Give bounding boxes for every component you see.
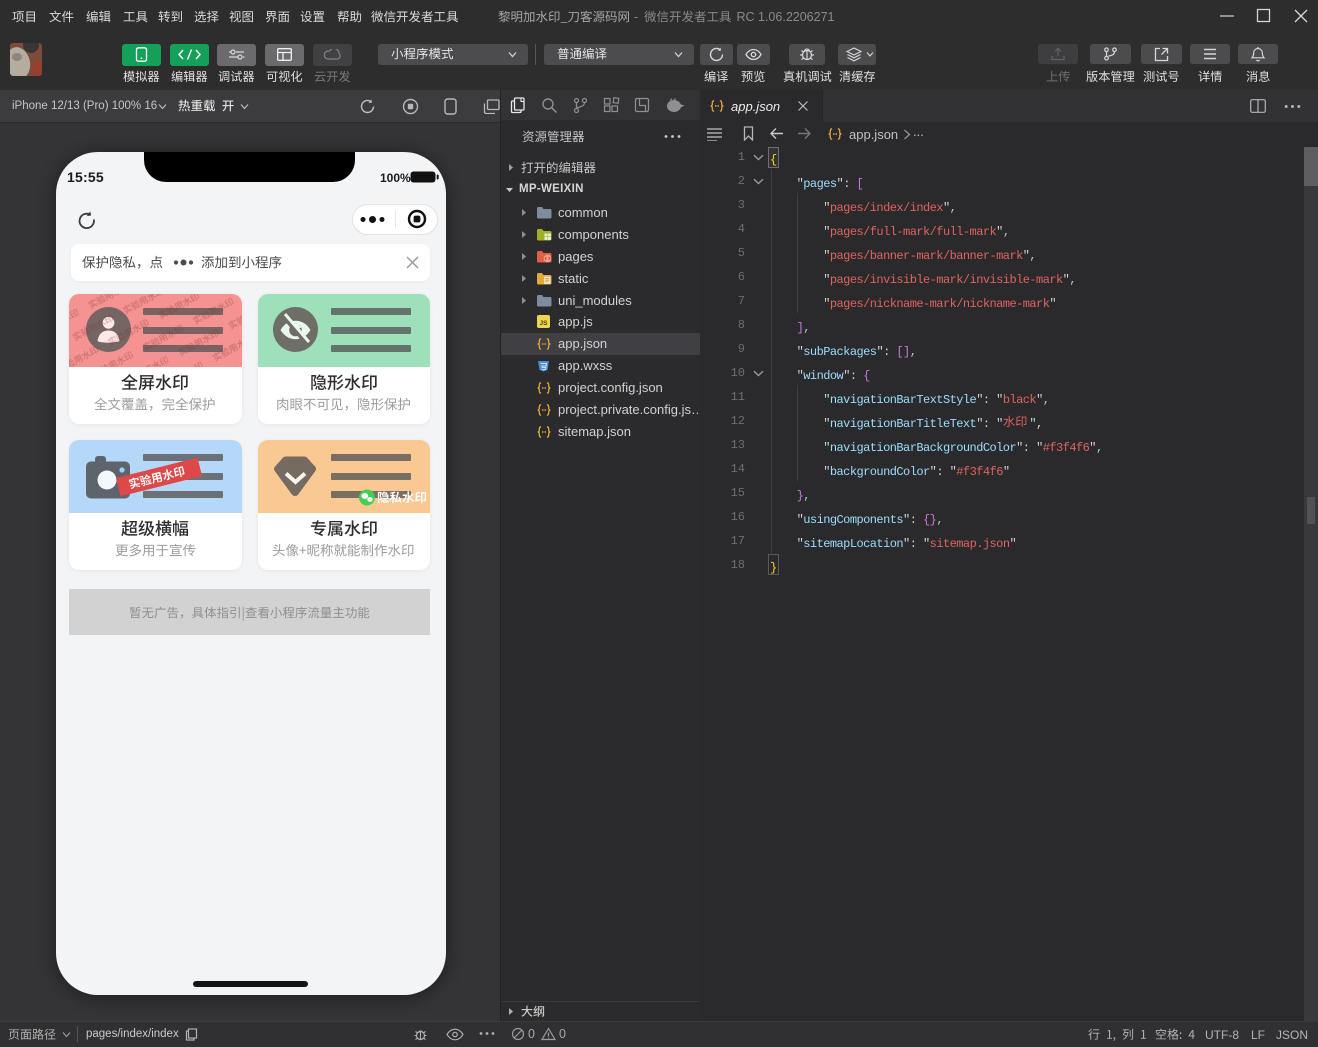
svg-text:JS: JS <box>540 320 549 327</box>
